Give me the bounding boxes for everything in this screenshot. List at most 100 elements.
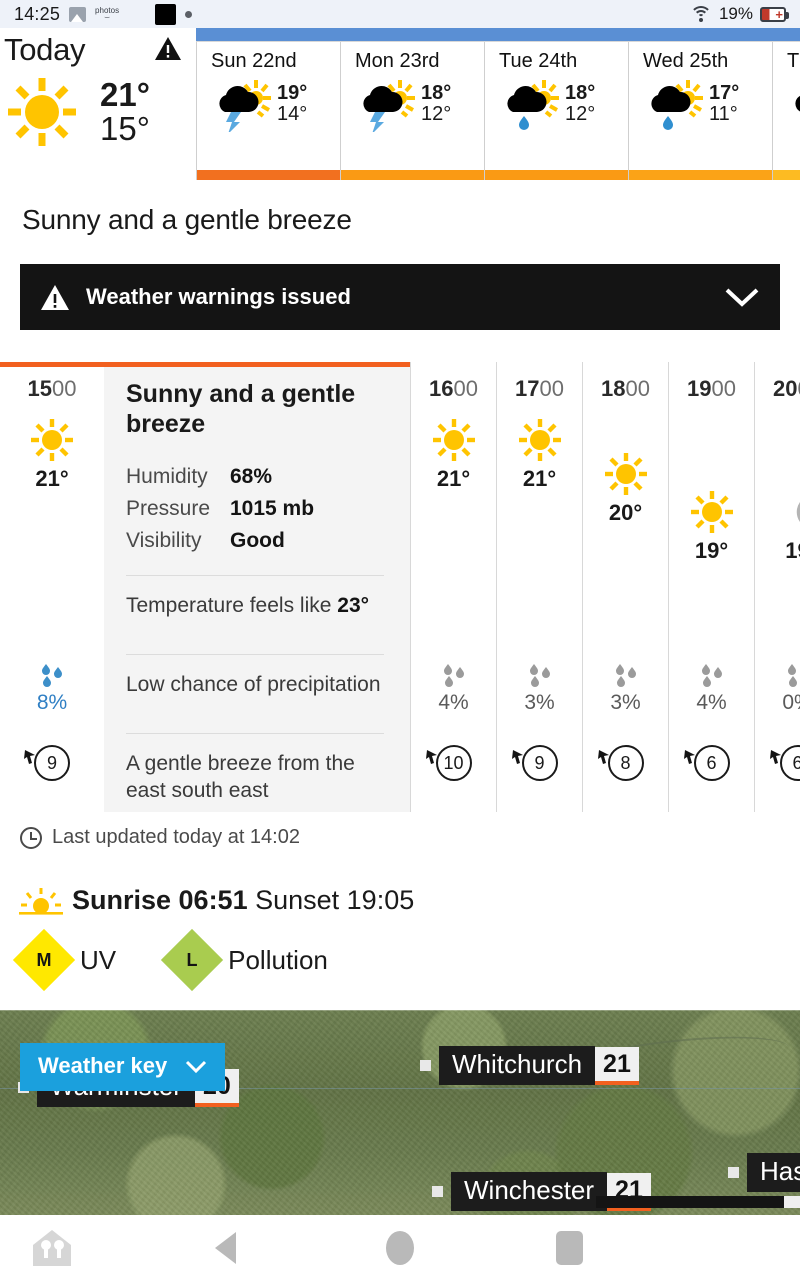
status-bar-left: 14:25 photos ⌣: [14, 3, 193, 25]
hourly-slot[interactable]: 2000 19 0% 6: [754, 362, 800, 812]
warning-triangle-icon: [41, 284, 69, 310]
sunrise-icon: [19, 887, 63, 915]
day-low: 12°: [421, 103, 452, 125]
last-updated-row: Last updated today at 14:02: [0, 812, 800, 849]
precipitation-icon: [787, 664, 800, 687]
pressure-label: Pressure: [126, 496, 211, 520]
hour-wind: 6: [669, 745, 754, 781]
weather-map[interactable]: Weather key Warminster 20 Whitchurch 21 …: [0, 1010, 800, 1215]
wind-direction-icon: [597, 750, 609, 764]
ime-switcher-icon[interactable]: [30, 1227, 74, 1269]
back-icon[interactable]: [212, 1230, 242, 1266]
status-bar-right: 19% +: [689, 4, 789, 24]
wifi-icon: [689, 6, 712, 22]
wind-speed-value: 8: [620, 752, 631, 773]
pollution-badge[interactable]: L: [161, 928, 224, 992]
day-card[interactable]: Sun 22nd 19° 14°: [196, 42, 340, 180]
day-name: Tue 24th: [499, 50, 578, 72]
detail-metrics: Humidity 68% Pressure 1015 mb Visibility Go…: [126, 461, 384, 557]
weather-key-button[interactable]: Weather key: [20, 1043, 226, 1091]
hour-time: 1500: [27, 376, 77, 401]
wind-speed-badge: 6: [683, 745, 730, 781]
hour-time: 1900: [687, 376, 736, 401]
day-temp-bar: [197, 170, 340, 180]
hourly-slot[interactable]: 1800 20° 3% 8: [582, 362, 668, 812]
thunder-sun-icon: [363, 80, 415, 132]
today-low: 15°: [100, 110, 150, 147]
dot-icon: [185, 10, 193, 18]
status-bar: 14:25 photos ⌣ 19% +: [0, 0, 800, 28]
detail-title: Sunny and a gentle breeze: [126, 380, 356, 438]
hour-temperature: 21°: [522, 466, 557, 491]
hour-time: 1800: [601, 376, 650, 401]
wind-speed-badge: 9: [511, 745, 558, 781]
day-card[interactable]: Tue 24th 18° 12°: [484, 42, 628, 180]
home-icon[interactable]: [386, 1230, 414, 1265]
hour-precipitation: 4%: [669, 662, 754, 715]
day-temp-bar: [773, 170, 800, 180]
day-high: 18°: [565, 82, 596, 104]
wind-speed-value: 10: [443, 752, 464, 773]
hourly-slot[interactable]: 1700 21° 3% 9: [496, 362, 582, 812]
hour-precipitation: 3%: [497, 662, 582, 715]
headline-text: Sunny and a gentle breeze: [22, 204, 352, 235]
hour-precipitation: 3%: [583, 662, 668, 715]
hour-temperature: 21°: [35, 466, 69, 491]
pressure-value: 1015 mb: [230, 496, 315, 520]
status-time: 14:25: [14, 3, 61, 24]
day-forecast-strip[interactable]: Sun 22nd 19° 14° Mon 23rd 18° 12° Tue 24…: [196, 28, 800, 180]
chevron-down-icon[interactable]: [724, 286, 760, 308]
today-high: 21°: [100, 76, 150, 114]
black-square-icon: [155, 3, 177, 25]
day-temp-bar: [341, 170, 484, 180]
recents-icon[interactable]: [556, 1230, 583, 1265]
day-high: 18°: [421, 82, 452, 104]
map-place-label[interactable]: Has: [728, 1153, 800, 1192]
today-conditions: 21° 15°: [0, 72, 196, 152]
image-icon: [69, 6, 87, 22]
strip-accent-bar: [196, 28, 800, 41]
map-place-temp: 21: [595, 1046, 639, 1085]
sunny-icon: [8, 78, 76, 146]
weather-warning-banner[interactable]: Weather warnings issued: [20, 264, 780, 330]
today-card[interactable]: Today 21° 15°: [0, 28, 196, 180]
sunrise-sunset-text: Sunrise 06:51 Sunset 19:05: [72, 885, 414, 916]
hourly-slot[interactable]: 1600 21° 4% 10: [410, 362, 496, 812]
sunny-icon: [518, 419, 561, 461]
wind-direction-icon: [769, 750, 781, 764]
hourly-forecast[interactable]: 1500 21° 8% 9 Sunny and a gentle breeze …: [0, 362, 800, 812]
precipitation-value: 8%: [36, 691, 68, 714]
wind-direction-icon: [425, 750, 437, 764]
visibility-row: Visibility Good: [126, 525, 384, 557]
precipitation-value: 3%: [610, 691, 641, 714]
hourly-slot[interactable]: 1900 19° 4% 6: [668, 362, 754, 812]
wind-speed-badge: 10: [425, 745, 472, 781]
today-temperatures: 21° 15°: [100, 78, 150, 145]
sunny-icon: [690, 491, 733, 533]
active-slot-accent: [0, 362, 410, 367]
day-card[interactable]: Mon 23rd 18° 12°: [340, 42, 484, 180]
map-place-label[interactable]: Whitchurch 21: [420, 1046, 639, 1085]
day-card[interactable]: Th: [772, 42, 800, 180]
map-place-name: Has: [747, 1153, 800, 1192]
wind-speed-value: 6: [706, 752, 717, 773]
android-nav-bar[interactable]: [0, 1215, 800, 1280]
hour-temperature: 21°: [436, 466, 471, 491]
day-temp-bar: [485, 170, 628, 180]
map-place-name: Whitchurch: [439, 1046, 596, 1085]
uv-label: UV: [80, 944, 117, 975]
wind-speed-value: 9: [46, 752, 57, 773]
day-card[interactable]: Wed 25th 17° 11°: [628, 42, 772, 180]
uv-badge[interactable]: M: [12, 928, 76, 992]
precipitation-icon: [42, 664, 62, 687]
hour-wind: 6: [755, 745, 800, 781]
hourly-slot-active[interactable]: 1500 21° 8% 9 Sunny and a gentle breeze …: [0, 362, 410, 812]
day-name: Sun 22nd: [211, 50, 297, 72]
pollution-label: Pollution: [228, 944, 328, 975]
wind-direction-icon: [683, 750, 695, 764]
rain-sun-icon: [795, 95, 800, 112]
wind-speed-badge: 9: [24, 745, 70, 781]
hourly-slot-summary: 1500 21° 8% 9: [0, 362, 104, 812]
warning-triangle-icon[interactable]: [154, 36, 182, 61]
hour-wind: 8: [583, 745, 668, 781]
